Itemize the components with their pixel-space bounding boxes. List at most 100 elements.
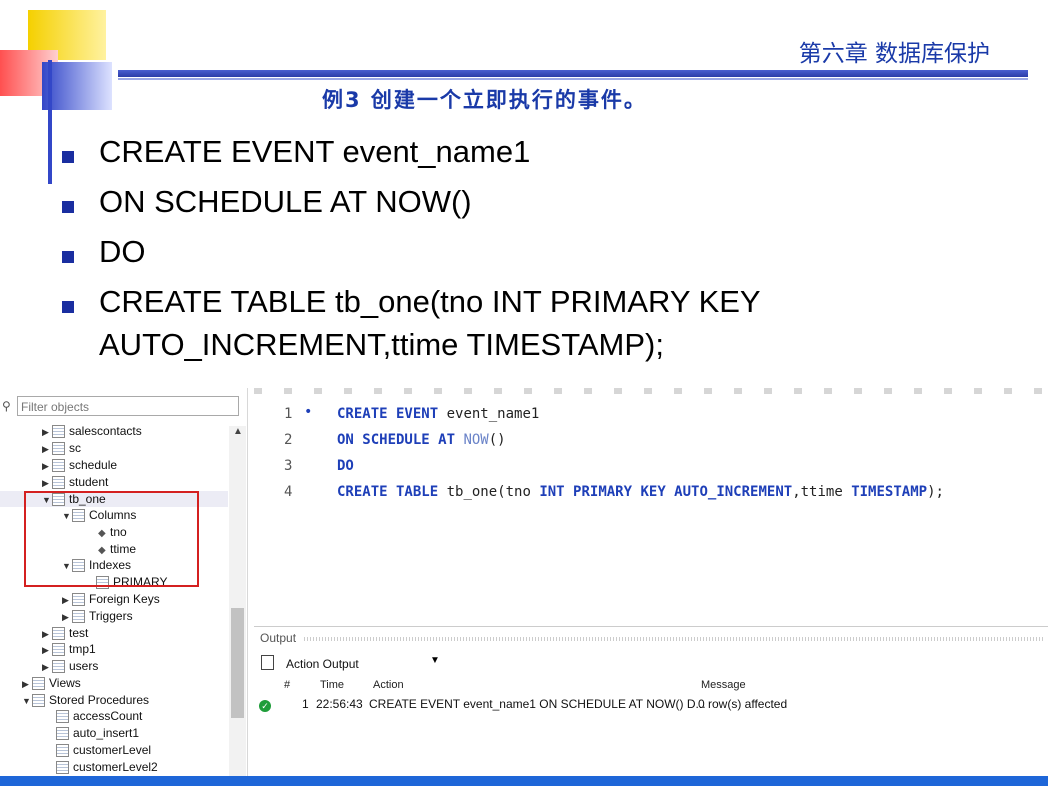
foreign-keys-folder-icon xyxy=(72,593,85,607)
expand-arrow-icon[interactable]: ▶ xyxy=(42,424,52,440)
tree-label: auto_insert1 xyxy=(73,726,140,740)
title-rule-shadow xyxy=(118,78,1028,80)
output-panel: Output Action Output ▼ # Time Action Mes… xyxy=(254,626,1048,781)
tree-item-access-count[interactable]: accessCount xyxy=(56,708,142,724)
bullet-marker xyxy=(62,151,74,163)
tree-label: customerLevel2 xyxy=(73,760,158,774)
tree-item-foreign-keys[interactable]: ▶ Foreign Keys xyxy=(62,591,160,607)
sql-keyword: CREATE TABLE xyxy=(337,484,439,500)
expand-arrow-icon[interactable]: ▶ xyxy=(62,592,72,608)
tree-item-schedule[interactable]: ▶ schedule xyxy=(42,457,117,473)
chapter-title: 第六章 数据库保护 xyxy=(798,41,990,67)
table-icon xyxy=(52,627,65,641)
column-header-action[interactable]: Action xyxy=(373,679,404,691)
scroll-up-icon[interactable]: ▲ xyxy=(233,426,243,437)
procedure-icon xyxy=(56,744,69,758)
code-line-2: ON SCHEDULE AT NOW() xyxy=(337,432,506,448)
example-heading: 例3 创建一个立即执行的事件。 xyxy=(322,88,647,112)
tree-item-views[interactable]: ▶ Views xyxy=(22,675,81,691)
bullet-text-continued: AUTO_INCREMENT,ttime TIMESTAMP); xyxy=(99,327,664,362)
expand-arrow-icon[interactable]: ▶ xyxy=(42,441,52,457)
sql-text: ,ttime xyxy=(792,484,852,500)
navigator-scrollbar[interactable] xyxy=(229,426,246,780)
tree-label: salescontacts xyxy=(69,424,142,438)
expand-arrow-icon[interactable]: ▶ xyxy=(42,659,52,675)
tree-label: sc xyxy=(69,441,81,455)
output-header-grip xyxy=(304,637,1044,641)
output-type-select[interactable]: Action Output xyxy=(280,655,444,673)
procedure-icon xyxy=(56,710,69,724)
tree-label: student xyxy=(69,475,109,489)
table-icon xyxy=(52,459,65,473)
line-number: 4 xyxy=(284,484,293,500)
code-line-1: CREATE EVENT event_name1 xyxy=(337,406,539,422)
expand-arrow-icon[interactable]: ▶ xyxy=(42,475,52,491)
success-check-icon: ✓ xyxy=(259,700,271,712)
procedures-folder-icon xyxy=(32,694,45,708)
tree-item-auto-insert1[interactable]: auto_insert1 xyxy=(56,725,139,741)
expand-arrow-icon[interactable]: ▶ xyxy=(42,642,52,658)
tree-item-triggers[interactable]: ▶ Triggers xyxy=(62,608,133,624)
procedure-icon xyxy=(56,761,69,775)
sql-function: NOW xyxy=(455,432,489,448)
corner-deco-line xyxy=(48,60,52,184)
tree-item-users[interactable]: ▶ users xyxy=(42,658,98,674)
schema-navigator: ⚲ Filter objects ▶ salescontacts ▶ sc ▶ sch… xyxy=(0,388,248,780)
tree-item-customer-level[interactable]: customerLevel xyxy=(56,742,151,758)
tree-item-stored-procedures[interactable]: ▼ Stored Procedures xyxy=(22,692,149,708)
bullet-marker xyxy=(62,301,74,313)
sql-keyword: INT PRIMARY KEY AUTO_INCREMENT xyxy=(539,484,793,500)
bullet-text: CREATE EVENT event_name1 xyxy=(99,134,531,169)
column-header-time[interactable]: Time xyxy=(320,679,344,691)
navigator-scroll-thumb[interactable] xyxy=(231,608,244,718)
bullet-marker xyxy=(62,201,74,213)
sql-text: ); xyxy=(927,484,944,500)
expand-arrow-icon[interactable]: ▶ xyxy=(42,626,52,642)
views-folder-icon xyxy=(32,677,45,691)
table-icon xyxy=(52,476,65,490)
title-rule xyxy=(118,70,1028,77)
tree-item-test[interactable]: ▶ test xyxy=(42,625,88,641)
sql-text: tb_one(tno xyxy=(438,484,540,500)
row-time: 22:56:43 xyxy=(316,697,363,711)
expand-arrow-icon[interactable]: ▶ xyxy=(22,676,32,692)
execution-dot-icon: • xyxy=(304,404,313,420)
sql-editor[interactable]: 1 • CREATE EVENT event_name1 2 ON SCHEDU… xyxy=(254,394,1048,620)
tree-item-customer-level2[interactable]: customerLevel2 xyxy=(56,759,158,775)
column-header-message[interactable]: Message xyxy=(701,679,746,691)
tree-label: tmp1 xyxy=(69,642,96,656)
code-line-3: DO xyxy=(337,458,354,474)
table-icon xyxy=(52,425,65,439)
line-number: 3 xyxy=(284,458,293,474)
expand-arrow-icon[interactable]: ▶ xyxy=(42,458,52,474)
highlight-box xyxy=(24,491,199,587)
column-header-num[interactable]: # xyxy=(284,679,290,691)
corner-deco-blue xyxy=(42,62,112,110)
row-action: CREATE EVENT event_name1 ON SCHEDULE AT … xyxy=(369,697,706,711)
sql-keyword: CREATE EVENT xyxy=(337,406,439,422)
table-icon xyxy=(52,643,65,657)
triggers-folder-icon xyxy=(72,610,85,624)
tree-item-student[interactable]: ▶ student xyxy=(42,474,108,490)
collapse-arrow-icon[interactable]: ▼ xyxy=(22,693,32,709)
line-number: 1 xyxy=(284,406,293,422)
tree-label: users xyxy=(69,659,99,673)
sql-keyword: DO xyxy=(337,458,354,474)
sql-keyword: ON SCHEDULE AT xyxy=(337,432,456,448)
slide-bottom-bar xyxy=(0,776,1048,786)
tree-label: accessCount xyxy=(73,709,143,723)
expand-arrow-icon[interactable]: ▶ xyxy=(62,609,72,625)
copy-icon[interactable] xyxy=(261,655,274,670)
filter-objects-input[interactable]: Filter objects xyxy=(17,396,239,416)
tree-label: customerLevel xyxy=(73,743,152,757)
bullet-text: DO xyxy=(99,234,146,269)
tree-item-sc[interactable]: ▶ sc xyxy=(42,440,81,456)
tree-item-tmp1[interactable]: ▶ tmp1 xyxy=(42,641,96,657)
table-icon xyxy=(52,442,65,456)
tree-item-salescontacts[interactable]: ▶ salescontacts xyxy=(42,423,142,439)
bullet-marker xyxy=(62,251,74,263)
chevron-down-icon[interactable]: ▼ xyxy=(430,655,440,666)
bullet-text: CREATE TABLE tb_one(tno INT PRIMARY KEY xyxy=(99,284,761,319)
sql-text: event_name1 xyxy=(438,406,540,422)
line-number: 2 xyxy=(284,432,293,448)
